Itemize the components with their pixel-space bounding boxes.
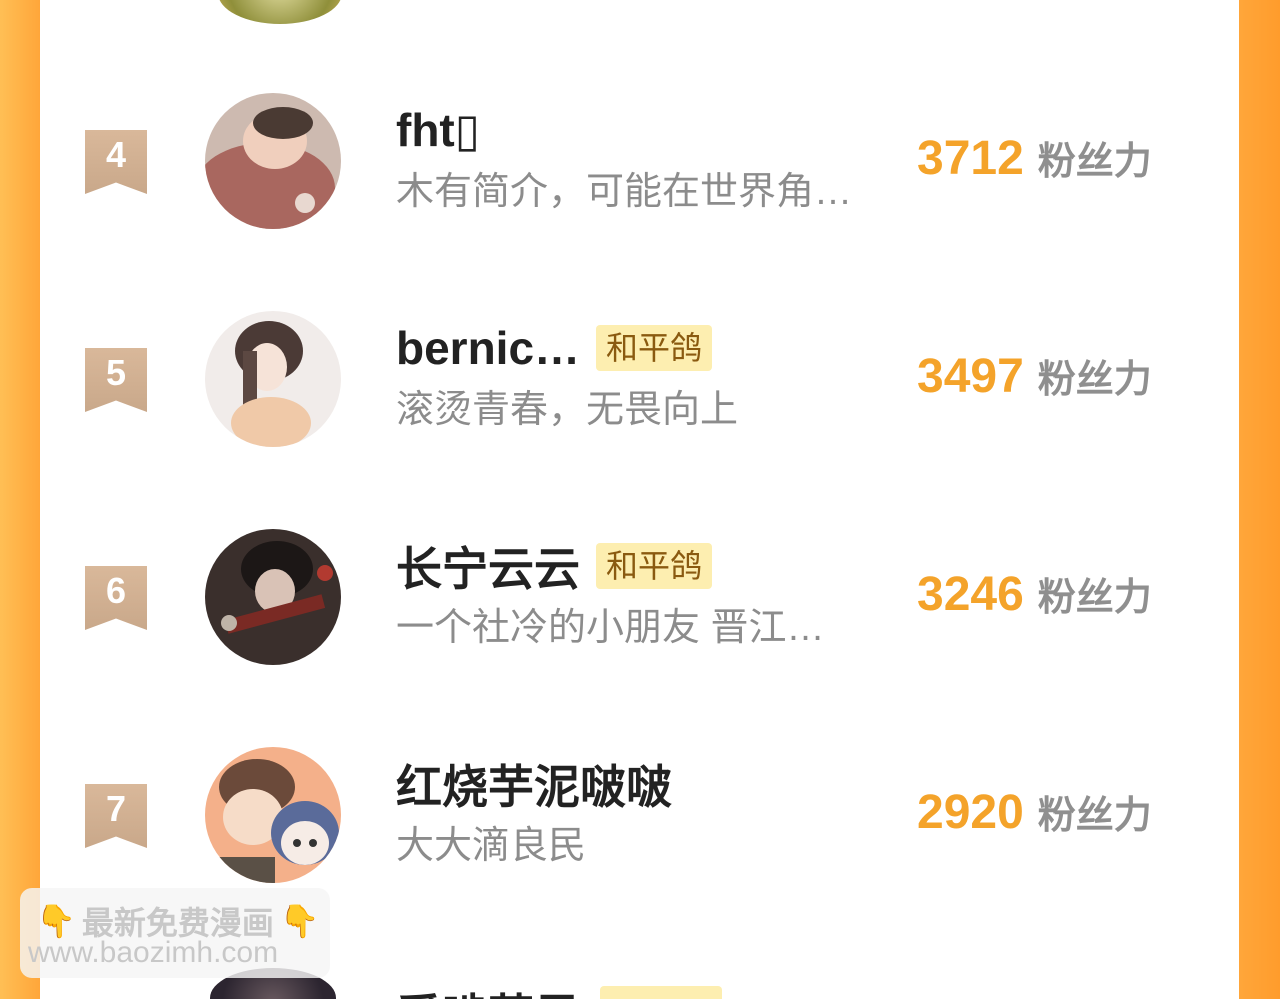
watermark: 👇 最新免费漫画 👇 www.baozimh.com xyxy=(20,888,330,978)
ranking-panel: 4 fht▯ 木有简介，可能在世界角… 3712 粉丝力 5 bernic… 和… xyxy=(40,0,1239,999)
avatar[interactable] xyxy=(205,93,341,229)
fan-power-label: 粉丝力 xyxy=(1037,575,1152,619)
rank-ribbon: 6 xyxy=(85,566,147,630)
user-bio: 木有简介，可能在世界角… xyxy=(396,171,853,213)
user-badge: 和平鸽 xyxy=(596,325,713,371)
avatar[interactable] xyxy=(205,747,341,883)
fan-power-label: 粉丝力 xyxy=(1037,139,1152,183)
user-badge-partial xyxy=(600,986,722,999)
username[interactable]: 长宁云云 xyxy=(396,533,580,599)
rank-ribbon: 5 xyxy=(85,348,147,412)
username[interactable]: fht▯ xyxy=(396,103,480,157)
avatar-partial-top[interactable] xyxy=(218,0,342,24)
fan-power-score: 3246 xyxy=(917,568,1024,621)
watermark-url: www.baozimh.com xyxy=(28,936,279,969)
rank-ribbon: 4 xyxy=(85,130,147,194)
user-bio: 大大滴良民 xyxy=(396,825,587,867)
pointing-down-icon: 👇 xyxy=(279,902,320,940)
ranking-row[interactable]: 5 bernic… 和平鸽 滚烫青春，无畏向上 3497 粉丝力 xyxy=(40,298,1239,458)
ranking-row[interactable]: 4 fht▯ 木有简介，可能在世界角… 3712 粉丝力 xyxy=(40,80,1239,240)
fan-power-label: 粉丝力 xyxy=(1037,357,1152,401)
user-bio: 一个社冷的小朋友 晋江… xyxy=(396,607,825,649)
fan-power-score: 3497 xyxy=(917,350,1024,403)
username[interactable]: bernic… xyxy=(396,321,580,375)
username[interactable]: 红烧芋泥啵啵 xyxy=(396,751,672,817)
ranking-row[interactable]: 6 长宁云云 和平鸽 一个社冷的小朋友 晋江… 3246 粉丝力 xyxy=(40,516,1239,676)
fan-power-score: 3712 xyxy=(917,132,1024,185)
username-partial[interactable]: 爱啃苹果 xyxy=(396,980,580,999)
avatar[interactable] xyxy=(205,529,341,665)
pointing-down-icon: 👇 xyxy=(36,902,76,940)
user-bio: 滚烫青春，无畏向上 xyxy=(396,389,739,431)
ranking-row[interactable]: 7 红烧芋泥啵啵 大大滴良民 2920 粉丝力 xyxy=(40,734,1239,894)
user-badge: 和平鸽 xyxy=(596,543,713,589)
avatar[interactable] xyxy=(205,311,341,447)
fan-power-score: 2920 xyxy=(917,786,1024,839)
fan-power-label: 粉丝力 xyxy=(1037,793,1152,837)
rank-ribbon: 7 xyxy=(85,784,147,848)
